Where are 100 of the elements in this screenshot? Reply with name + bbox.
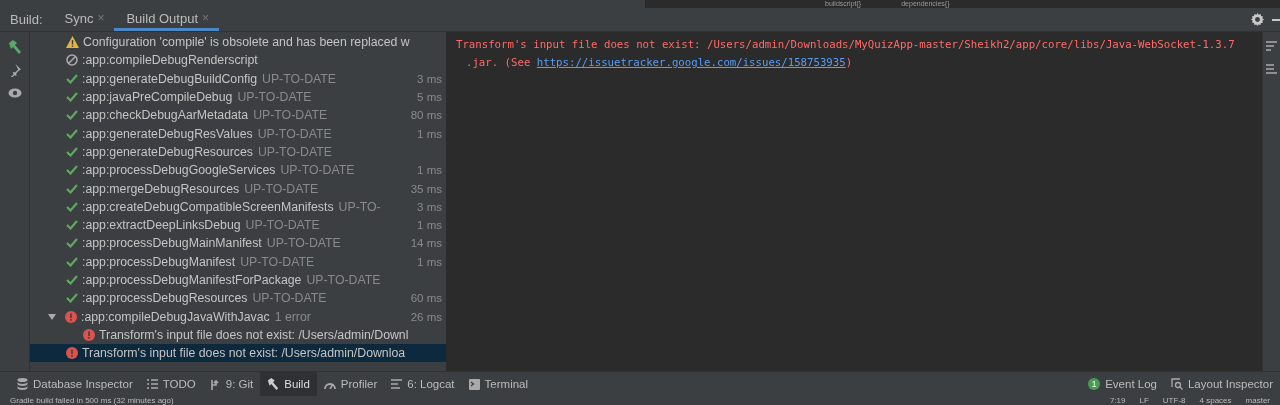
tab[interactable]: Sync ×	[52, 8, 115, 31]
check-icon	[66, 165, 78, 176]
tree-row[interactable]: :app:compileDebugJavaWithJavac 1 error 26 ms	[30, 307, 446, 326]
task-duration: 1 ms	[417, 164, 442, 177]
tree-row[interactable]: :app:checkDebugAarMetadata UP-TO-DATE 80 ms	[30, 106, 446, 125]
error-message: Transform's input file does not exist: /Users/admin/Downloads/MyQuizApp-master/Sheikh2/app/core/libs/Java-WebSocket-1.3.7	[456, 37, 1236, 53]
error-message: .jar. (See	[466, 56, 532, 69]
tool-window-button[interactable]: 6: Logcat	[384, 372, 462, 396]
tree-row[interactable]: :app:processDebugGoogleServices UP-TO-DATE 1 ms	[30, 161, 446, 180]
tool-window-button[interactable]: Profiler	[316, 372, 385, 396]
task-duration: 5 ms	[417, 91, 442, 104]
task-status: UP-TO-DATE	[244, 181, 319, 196]
tool-window-button[interactable]: 9: Git	[202, 372, 261, 396]
tree-row[interactable]: :app:generateDebugResValues UP-TO-DATE 1 ms	[30, 124, 446, 143]
check-icon	[66, 110, 78, 121]
error-icon	[66, 347, 78, 360]
task-name: :app:checkDebugAarMetadata	[82, 108, 249, 123]
error-icon	[65, 310, 77, 323]
tree-row[interactable]: Transform's input file does not exist: /Users/admin/Downloa	[30, 344, 446, 363]
issue-link[interactable]: https://issuetracker.google.com/issues/158753935	[536, 56, 846, 69]
status-message: Gradle build failed in 500 ms (32 minutes ago)	[10, 396, 174, 405]
pin-icon[interactable]	[8, 64, 21, 77]
task-name: :app:processDebugGoogleServices	[82, 163, 276, 178]
tool-window-button[interactable]: 1 Event Log	[1081, 372, 1164, 396]
task-duration: 60 ms	[410, 292, 442, 305]
minimize-icon[interactable]	[1272, 18, 1280, 21]
task-status: UP-TO-DATE	[237, 90, 312, 105]
task-status: UP-TO-DATE	[253, 108, 328, 123]
task-name: :app:processDebugManifest	[82, 254, 236, 269]
task-name: :app:compileDebugJavaWithJavac	[81, 309, 270, 324]
check-icon	[66, 201, 78, 212]
tree-row[interactable]: :app:extractDeepLinksDebug UP-TO-DATE 1 ms	[30, 215, 446, 235]
expand-arrow-icon[interactable]	[48, 312, 56, 321]
scroll-to-end-icon[interactable]	[1265, 63, 1278, 76]
tool-window-button[interactable]: Terminal	[461, 372, 536, 396]
task-name: :app:processDebugResources	[82, 291, 248, 306]
tree-row[interactable]: :app:processDebugManifest UP-TO-DATE 1 ms	[30, 252, 446, 271]
check-icon	[66, 220, 78, 231]
tree-row[interactable]: :app:compileDebugRenderscript	[30, 51, 446, 70]
task-status: 1 error	[274, 309, 311, 324]
check-icon	[66, 146, 78, 157]
task-duration: 14 ms	[410, 237, 442, 250]
error-message: )	[845, 56, 853, 69]
task-duration: 35 ms	[410, 182, 442, 195]
skipped-icon	[66, 54, 78, 67]
task-duration: 3 ms	[417, 200, 442, 213]
status-item[interactable]: LF	[1139, 396, 1149, 405]
tree-row[interactable]: :app:generateDebugResources UP-TO-DATE	[30, 142, 446, 162]
check-icon	[66, 256, 78, 267]
tree-row[interactable]: :app:mergeDebugResources UP-TO-DATE 35 ms	[30, 179, 446, 198]
tool-window-button[interactable]: Layout Inspector	[1163, 372, 1280, 396]
task-status: UP-TO-	[338, 199, 381, 214]
task-name: :app:javaPreCompileDebug	[82, 90, 233, 105]
tool-window-button[interactable]: TODO	[139, 372, 203, 396]
task-name: :app:compileDebugRenderscript	[82, 53, 258, 68]
tool-window-button[interactable]: Build	[260, 372, 317, 396]
task-name: :app:createDebugCompatibleScreenManifests	[82, 199, 334, 214]
tree-row[interactable]: :app:processDebugManifestForPackage UP-TO-DATE	[30, 270, 446, 290]
warning-icon	[66, 36, 79, 49]
settings-icon[interactable]	[1251, 13, 1264, 26]
check-icon	[66, 275, 78, 285]
task-duration: 3 ms	[417, 72, 442, 85]
status-item[interactable]: UTF-8	[1162, 396, 1186, 405]
tree-row[interactable]: :app:generateDebugBuildConfig UP-TO-DATE 3 ms	[30, 69, 446, 88]
tree-row[interactable]: :app:createDebugCompatibleScreenManifests UP-TO- 3 ms	[30, 197, 446, 216]
list-icon	[146, 379, 158, 389]
hammer-icon[interactable]	[7, 40, 22, 54]
task-duration: 1 ms	[417, 255, 442, 268]
tree-row[interactable]: :app:processDebugResources UP-TO-DATE 60 ms	[30, 289, 446, 308]
status-item[interactable]: master	[1245, 396, 1270, 405]
task-name: Configuration 'compile' is obsolete and has been replaced w	[83, 35, 410, 50]
check-icon	[66, 183, 78, 194]
tool-window-button[interactable]: Database Inspector	[10, 372, 140, 396]
count-badge: 1	[1088, 378, 1101, 390]
task-name: :app:generateDebugBuildConfig	[82, 71, 258, 86]
hammer-icon	[267, 378, 280, 390]
soft-wrap-icon[interactable]	[1265, 40, 1278, 53]
task-status: UP-TO-DATE	[257, 144, 332, 159]
eye-icon[interactable]	[7, 87, 22, 99]
task-status: UP-TO-DATE	[306, 273, 381, 287]
check-icon	[66, 92, 78, 103]
task-status: UP-TO-DATE	[240, 254, 315, 269]
tree-row[interactable]: :app:processDebugMainManifest UP-TO-DATE 14 ms	[30, 234, 446, 253]
tree-row[interactable]: :app:javaPreCompileDebug UP-TO-DATE 5 ms	[30, 87, 446, 107]
check-icon	[66, 128, 78, 139]
database-icon	[17, 378, 28, 390]
task-name: :app:generateDebugResources	[82, 144, 253, 159]
task-name: :app:processDebugManifestForPackage	[82, 273, 302, 287]
task-name: Transform's input file does not exist: /Users/admin/Downloa	[82, 346, 406, 361]
status-item[interactable]: 4 spaces	[1199, 396, 1232, 405]
status-item[interactable]: 7:19	[1109, 396, 1126, 405]
tree-row[interactable]: Transform's input file does not exist: /Users/admin/Downl	[30, 325, 446, 345]
task-duration: 1 ms	[417, 127, 442, 140]
branch-icon	[209, 378, 221, 390]
tree-row[interactable]: Configuration 'compile' is obsolete and has been replaced w	[30, 33, 446, 52]
magnifier-window-icon	[1170, 378, 1183, 390]
task-name: :app:processDebugMainManifest	[82, 236, 262, 251]
task-status: UP-TO-DATE	[262, 71, 337, 86]
panel-label: Build:	[9, 11, 44, 29]
lines-icon	[391, 379, 403, 389]
